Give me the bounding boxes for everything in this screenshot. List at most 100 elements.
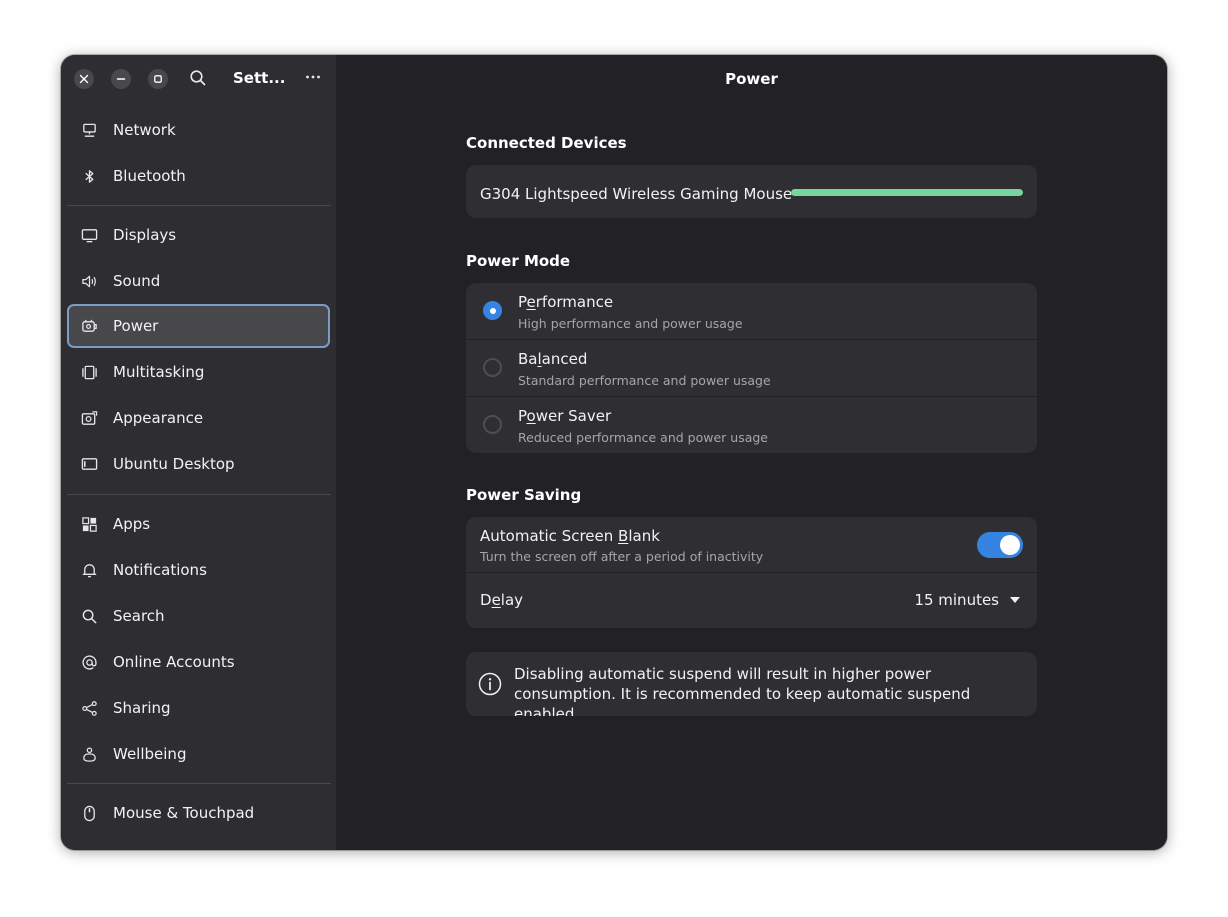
label-part: rformance bbox=[535, 293, 614, 311]
performance-subtitle: High performance and power usage bbox=[518, 316, 743, 331]
screen-blank-subtitle: Turn the screen off after a period of in… bbox=[480, 549, 764, 564]
connected-devices-card: G304 Lightspeed Wireless Gaming Mouse bbox=[466, 165, 1037, 218]
main-menu-button[interactable] bbox=[303, 67, 323, 87]
search-icon bbox=[80, 607, 98, 625]
appearance-icon bbox=[80, 409, 98, 427]
delay-dropdown-value[interactable]: 15 minutes bbox=[914, 591, 999, 609]
page-title: Power bbox=[725, 70, 778, 88]
sidebar-item-apps[interactable]: Apps bbox=[67, 502, 330, 546]
power-saver-label: Power Saver bbox=[518, 407, 611, 425]
sidebar-item-label: Power bbox=[113, 317, 159, 335]
label-part: Automatic Screen bbox=[480, 527, 619, 545]
sidebar: Sett... Network Bluetooth Displays Sound… bbox=[61, 55, 336, 850]
at-sign-icon bbox=[80, 653, 98, 671]
search-icon bbox=[190, 70, 206, 86]
mnemonic-letter: e bbox=[526, 293, 536, 311]
maximize-icon bbox=[154, 75, 162, 83]
sidebar-item-search[interactable]: Search bbox=[67, 594, 330, 638]
sidebar-item-label: Appearance bbox=[113, 409, 204, 427]
screen-blank-label: Automatic Screen Blank bbox=[480, 527, 660, 545]
sidebar-search-button[interactable] bbox=[188, 68, 208, 88]
sidebar-item-label: Network bbox=[113, 121, 176, 139]
balanced-radio[interactable] bbox=[483, 358, 502, 377]
dropdown-arrow-icon[interactable] bbox=[1010, 597, 1020, 603]
sidebar-item-appearance[interactable]: Appearance bbox=[67, 396, 330, 440]
settings-window: Sett... Network Bluetooth Displays Sound… bbox=[61, 55, 1167, 850]
sidebar-item-label: Wellbeing bbox=[113, 745, 187, 763]
sidebar-item-power[interactable]: Power bbox=[67, 304, 330, 348]
sidebar-divider bbox=[67, 205, 331, 206]
multitasking-icon bbox=[80, 363, 98, 381]
label-part: anced bbox=[541, 350, 588, 368]
performance-radio[interactable] bbox=[483, 301, 502, 320]
battery-level-bar bbox=[791, 189, 1023, 196]
apps-icon bbox=[80, 515, 98, 533]
info-banner-text: Disabling automatic suspend will result … bbox=[514, 665, 971, 716]
maximize-window-button[interactable] bbox=[148, 69, 168, 89]
label-part: lank bbox=[628, 527, 660, 545]
sidebar-item-label: Notifications bbox=[113, 561, 207, 579]
network-icon bbox=[80, 121, 98, 139]
sidebar-item-label: Bluetooth bbox=[113, 167, 186, 185]
power-saver-subtitle: Reduced performance and power usage bbox=[518, 430, 768, 445]
bell-icon bbox=[80, 561, 98, 579]
sidebar-item-multitasking[interactable]: Multitasking bbox=[67, 350, 330, 394]
balanced-subtitle: Standard performance and power usage bbox=[518, 373, 771, 388]
sidebar-item-label: Sound bbox=[113, 272, 161, 290]
sidebar-item-label: Mouse & Touchpad bbox=[113, 804, 255, 822]
sidebar-header: Sett... bbox=[61, 55, 336, 101]
bluetooth-icon bbox=[80, 167, 98, 185]
sidebar-item-displays[interactable]: Displays bbox=[67, 213, 330, 257]
battery-level-fill bbox=[791, 189, 1023, 196]
power-saving-heading: Power Saving bbox=[466, 486, 582, 504]
close-icon bbox=[79, 74, 89, 84]
suspend-info-banner: Disabling automatic suspend will result … bbox=[466, 652, 1037, 716]
sidebar-item-wellbeing[interactable]: Wellbeing bbox=[67, 732, 330, 776]
speaker-icon bbox=[80, 272, 98, 290]
mnemonic-letter: e bbox=[491, 591, 501, 609]
label-part: Ba bbox=[518, 350, 538, 368]
sidebar-divider bbox=[67, 494, 331, 495]
sidebar-item-notifications[interactable]: Notifications bbox=[67, 548, 330, 592]
sidebar-item-network[interactable]: Network bbox=[67, 108, 330, 152]
screen-blank-row: Automatic Screen Blank Turn the screen o… bbox=[466, 517, 1037, 573]
power-mode-balanced-row[interactable]: Balanced Standard performance and power … bbox=[466, 340, 1037, 397]
balanced-label: Balanced bbox=[518, 350, 587, 368]
label-part: P bbox=[518, 293, 527, 311]
label-part: wer Saver bbox=[535, 407, 612, 425]
power-mode-heading: Power Mode bbox=[466, 252, 571, 270]
sidebar-item-label: Online Accounts bbox=[113, 653, 235, 671]
minimize-icon bbox=[116, 78, 126, 80]
sidebar-item-sound[interactable]: Sound bbox=[67, 259, 330, 303]
sidebar-item-ubuntu-desktop[interactable]: Ubuntu Desktop bbox=[67, 442, 330, 486]
ubuntu-desktop-icon bbox=[80, 455, 98, 473]
sidebar-item-label: Search bbox=[113, 607, 165, 625]
sidebar-item-mouse-touchpad[interactable]: Mouse & Touchpad bbox=[67, 791, 330, 835]
power-mode-performance-row[interactable]: Performance High performance and power u… bbox=[466, 283, 1037, 340]
sidebar-item-online-accounts[interactable]: Online Accounts bbox=[67, 640, 330, 684]
power-saver-radio[interactable] bbox=[483, 415, 502, 434]
sidebar-item-sharing[interactable]: Sharing bbox=[67, 686, 330, 730]
power-mode-power-saver-row[interactable]: Power Saver Reduced performance and powe… bbox=[466, 397, 1037, 453]
sidebar-divider bbox=[67, 783, 331, 784]
device-name: G304 Lightspeed Wireless Gaming Mouse bbox=[480, 185, 793, 203]
minimize-window-button[interactable] bbox=[111, 69, 131, 89]
mouse-icon bbox=[80, 804, 98, 822]
label-part: lay bbox=[500, 591, 524, 609]
label-part: P bbox=[518, 407, 527, 425]
screen-blank-toggle[interactable] bbox=[977, 532, 1023, 558]
power-page: Power Connected Devices G304 Lightspeed … bbox=[336, 55, 1167, 850]
sidebar-item-label: Apps bbox=[113, 515, 151, 533]
sidebar-item-bluetooth[interactable]: Bluetooth bbox=[67, 154, 330, 198]
sidebar-item-label: Multitasking bbox=[113, 363, 205, 381]
delay-label: Delay bbox=[480, 591, 523, 609]
info-icon bbox=[478, 672, 502, 696]
label-part: D bbox=[480, 591, 492, 609]
close-window-button[interactable] bbox=[74, 69, 94, 89]
sidebar-title: Sett... bbox=[233, 69, 286, 87]
delay-row[interactable]: Delay 15 minutes bbox=[466, 573, 1037, 628]
performance-label: Performance bbox=[518, 293, 613, 311]
device-row: G304 Lightspeed Wireless Gaming Mouse bbox=[466, 165, 1037, 218]
display-icon bbox=[80, 226, 98, 244]
mnemonic-letter: B bbox=[618, 527, 629, 545]
